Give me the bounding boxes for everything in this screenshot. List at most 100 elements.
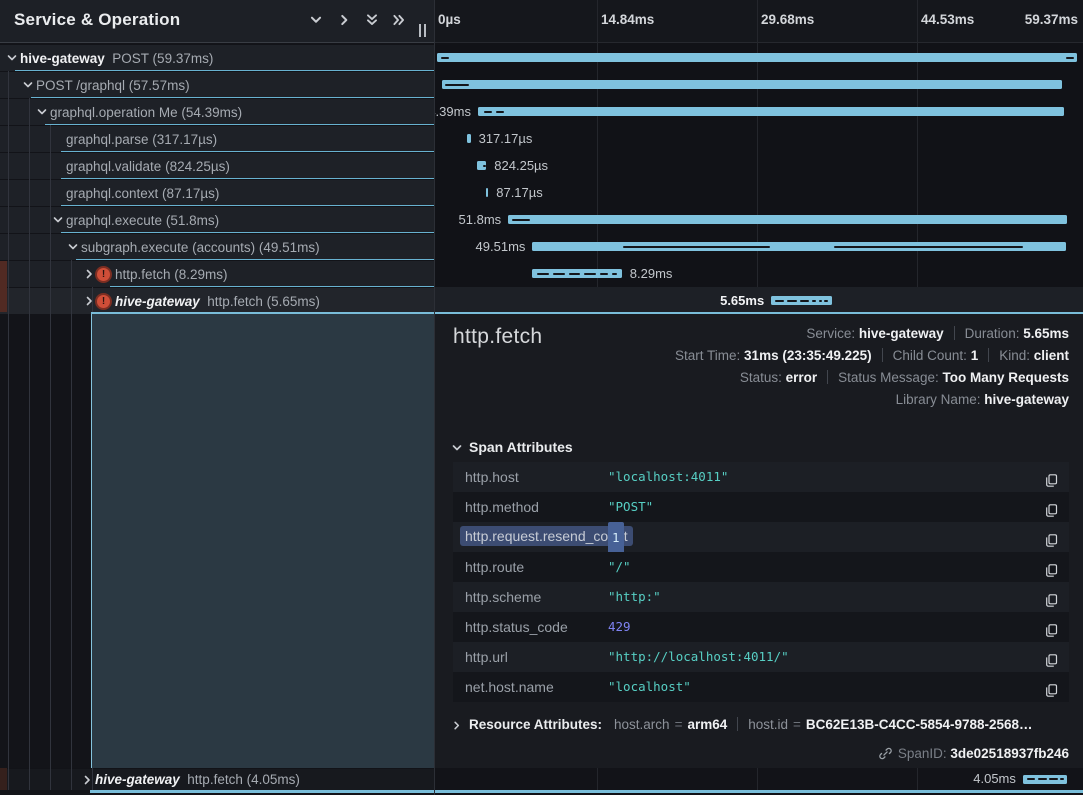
span-self-time-dash	[553, 273, 565, 275]
span-self-time-dash	[623, 246, 770, 248]
timeline-row: 49.51ms	[435, 233, 1083, 260]
copy-icon[interactable]	[1044, 589, 1060, 605]
tree-row[interactable]: graphql.parse (317.17µs)	[0, 125, 435, 152]
timeline-tick: 14.84ms	[601, 12, 654, 27]
tree-row[interactable]: hive-gateway http.fetch (4.05ms)	[0, 768, 435, 790]
span-bar[interactable]	[442, 80, 1063, 89]
selected-row-underline	[435, 312, 1083, 315]
link-icon[interactable]	[878, 746, 893, 761]
chevron-down-icon[interactable]	[6, 52, 18, 64]
span-bar[interactable]	[467, 134, 470, 143]
attribute-value[interactable]: 1	[608, 522, 624, 554]
span-duration-label: 824.25µs	[494, 152, 548, 179]
chevron-down-icon[interactable]	[67, 241, 79, 253]
span-meta-line: Service: hive-gatewayDuration: 5.65ms	[675, 323, 1069, 345]
span-duration-label: 4.05ms	[973, 768, 1016, 790]
attribute-row[interactable]: net.host.name "localhost"	[453, 672, 1069, 702]
tree-row[interactable]: hive-gateway POST (59.37ms)	[0, 44, 435, 71]
span-self-time-dash	[1066, 57, 1074, 59]
chevron-down-icon[interactable]	[22, 79, 34, 91]
service-operation-panel: Service & Operation hive-gateway POST (5…	[0, 0, 435, 795]
attribute-value[interactable]: "http:"	[608, 582, 661, 612]
span-bar[interactable]	[486, 188, 488, 197]
service-name: hive-gateway	[20, 51, 105, 66]
tree-indent-guide	[71, 260, 72, 790]
attribute-value[interactable]: "POST"	[608, 492, 653, 522]
chevron-down-icon[interactable]	[36, 106, 48, 118]
chevron-right-icon[interactable]	[337, 13, 353, 29]
attribute-row[interactable]: http.request.resend_count1	[453, 522, 1069, 552]
attribute-row[interactable]: http.host "localhost:4011"	[453, 462, 1069, 492]
tree-row[interactable]: subgraph.execute (accounts) (49.51ms)	[0, 233, 435, 260]
tree-row[interactable]: graphql.operation Me (54.39ms)	[0, 98, 435, 125]
double-chevron-right-icon[interactable]	[392, 13, 408, 29]
copy-icon[interactable]	[1044, 499, 1060, 515]
copy-icon[interactable]	[1044, 559, 1060, 575]
timeline-row: 57.57ms	[435, 71, 1083, 98]
span-bar[interactable]	[478, 107, 1064, 116]
chevron-right-icon[interactable]	[83, 295, 95, 307]
timeline-row: 5.65ms	[435, 287, 1083, 314]
attribute-value[interactable]: 429	[608, 612, 631, 642]
attribute-key[interactable]: http.url	[465, 642, 508, 672]
attribute-row[interactable]: http.route "/"	[453, 552, 1069, 582]
copy-icon[interactable]	[1044, 649, 1060, 665]
attribute-value[interactable]: "/"	[608, 552, 631, 582]
span-self-time-dash	[1027, 778, 1036, 780]
attribute-key[interactable]: http.method	[465, 492, 539, 522]
tree-row[interactable]: !http.fetch (8.29ms)	[0, 260, 435, 287]
timeline-row: 8.29ms	[435, 260, 1083, 287]
service-operation-header: Service & Operation	[0, 0, 435, 43]
tree-row[interactable]: graphql.execute (51.8ms)	[0, 206, 435, 233]
copy-icon[interactable]	[1044, 619, 1060, 635]
attribute-row[interactable]: http.method "POST"	[453, 492, 1069, 522]
copy-icon[interactable]	[1044, 679, 1060, 695]
attribute-value[interactable]: "localhost"	[608, 672, 691, 702]
tree-row[interactable]: graphql.context (87.17µs)	[0, 179, 435, 206]
double-chevron-down-icon[interactable]	[365, 13, 381, 29]
error-icon: !	[95, 266, 112, 283]
chevron-right-icon[interactable]	[83, 268, 95, 280]
attribute-value[interactable]: "http://localhost:4011/"	[608, 642, 789, 672]
span-bar[interactable]	[508, 215, 1066, 224]
attribute-row[interactable]: http.url "http://localhost:4011/"	[453, 642, 1069, 672]
attribute-key[interactable]: http.request.resend_count	[460, 526, 633, 546]
timeline-tick: 29.68ms	[761, 12, 814, 27]
span-detail-title: http.fetch	[453, 325, 542, 349]
meta-value: client	[1034, 348, 1069, 363]
panel-resize-handle[interactable]	[419, 24, 431, 38]
resource-value: arm64	[687, 717, 727, 732]
span-attributes-header[interactable]: Span Attributes	[451, 439, 573, 455]
meta-value: 1	[971, 348, 979, 363]
chevron-down-icon[interactable]	[309, 13, 325, 29]
span-label: graphql.parse (317.17µs)	[66, 126, 217, 153]
tree-row[interactable]: POST /graphql (57.57ms)	[0, 71, 435, 98]
span-duration-label: 87.17µs	[496, 179, 543, 206]
span-self-time-dash	[775, 300, 784, 302]
timeline-tick: 44.53ms	[921, 12, 974, 27]
attribute-key[interactable]: http.scheme	[465, 582, 541, 612]
attribute-value[interactable]: "localhost:4011"	[608, 462, 728, 492]
resource-key: host.arch	[614, 717, 670, 732]
attribute-row[interactable]: http.status_code 429	[453, 612, 1069, 642]
tree-row[interactable]: !hive-gateway http.fetch (5.65ms)	[0, 287, 435, 314]
resource-separator	[737, 717, 738, 731]
timeline-row	[435, 44, 1083, 71]
attribute-key[interactable]: http.route	[465, 552, 524, 582]
selected-span-expanded-area	[91, 314, 435, 768]
chevron-right-icon	[451, 720, 462, 731]
tree-row[interactable]: graphql.validate (824.25µs)	[0, 152, 435, 179]
span-bar[interactable]	[437, 53, 1077, 62]
attribute-key[interactable]: http.status_code	[465, 612, 568, 642]
resource-attributes-row[interactable]: Resource Attributes:host.arch=arm64host.…	[451, 713, 1069, 737]
bottom-row-underline	[90, 790, 435, 793]
span-meta-line: Status: errorStatus Message: Too Many Re…	[675, 367, 1069, 389]
attribute-key[interactable]: net.host.name	[465, 672, 554, 702]
copy-icon[interactable]	[1044, 469, 1060, 485]
chevron-down-icon[interactable]	[52, 214, 64, 226]
selected-row-underline	[91, 312, 435, 315]
copy-icon[interactable]	[1044, 529, 1060, 545]
attribute-key[interactable]: http.host	[465, 462, 519, 492]
attribute-row[interactable]: http.scheme "http:"	[453, 582, 1069, 612]
meta-value: hive-gateway	[859, 326, 944, 341]
